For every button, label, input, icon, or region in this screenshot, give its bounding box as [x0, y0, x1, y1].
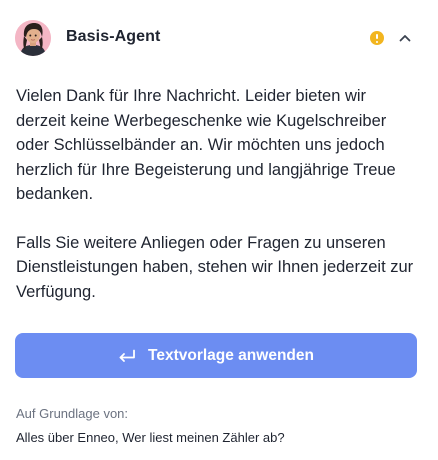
chevron-up-icon [399, 35, 411, 42]
message-paragraph: Falls Sie weitere Anliegen oder Fragen z… [16, 233, 414, 301]
agent-response-panel: Basis-Agent Vielen Dank für Ihre Nachric… [0, 0, 438, 460]
agent-name: Basis-Agent [66, 28, 161, 45]
source-label: Auf Grundlage von: [16, 406, 129, 421]
apply-template-label: Textvorlage anwenden [148, 346, 314, 364]
agent-avatar [15, 20, 51, 56]
panel-header: Basis-Agent [0, 0, 438, 76]
warning-dot-icon[interactable] [370, 31, 384, 45]
collapse-button[interactable] [394, 27, 416, 49]
message-paragraph: Vielen Dank für Ihre Nachricht. Leider b… [16, 87, 396, 203]
source-article-link[interactable]: Alles über Enneo, Wer liest meinen Zähle… [16, 430, 285, 445]
apply-template-button[interactable]: Textvorlage anwenden [15, 333, 417, 378]
enter-return-icon [119, 349, 135, 362]
response-message: Vielen Dank für Ihre Nachricht. Leider b… [16, 84, 416, 304]
avatar-illustration-icon [15, 20, 51, 56]
